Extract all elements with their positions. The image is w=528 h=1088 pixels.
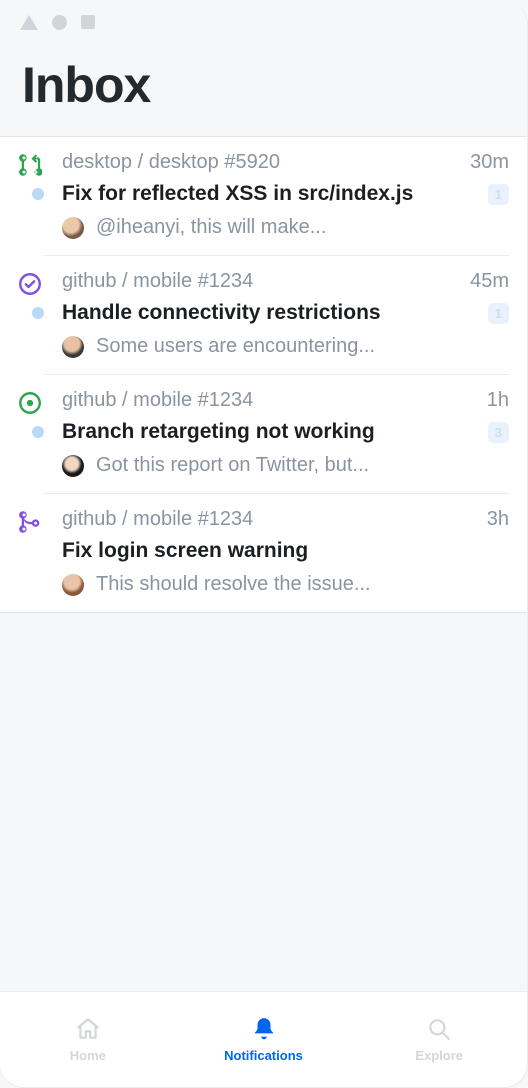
pull-request-icon bbox=[18, 153, 42, 177]
avatar bbox=[62, 574, 84, 596]
git-merge-icon bbox=[18, 510, 42, 534]
item-title: Handle connectivity restrictions bbox=[62, 301, 480, 325]
count-badge: 1 bbox=[488, 184, 509, 205]
inbox-item[interactable]: github / mobile #1234 45m Handle connect… bbox=[0, 256, 527, 375]
preview-text: @iheanyi, this will make... bbox=[96, 216, 326, 239]
unread-dot bbox=[32, 426, 44, 438]
issue-closed-icon bbox=[18, 272, 42, 296]
timestamp: 45m bbox=[470, 270, 509, 293]
bell-icon bbox=[251, 1016, 277, 1042]
home-icon bbox=[75, 1016, 101, 1042]
item-type-icon bbox=[18, 270, 44, 375]
tab-bar: Home Notifications Explore bbox=[0, 991, 527, 1087]
preview-text: Some users are encountering... bbox=[96, 335, 375, 358]
unread-dot bbox=[32, 188, 44, 200]
item-type-icon bbox=[18, 508, 44, 612]
preview-text: Got this report on Twitter, but... bbox=[96, 454, 369, 477]
inbox-item[interactable]: desktop / desktop #5920 30m Fix for refl… bbox=[0, 137, 527, 256]
item-body: github / mobile #1234 45m Handle connect… bbox=[44, 270, 509, 375]
item-type-icon bbox=[18, 389, 44, 494]
item-title: Branch retargeting not working bbox=[62, 420, 480, 444]
window-control-shape bbox=[52, 15, 67, 30]
titlebar bbox=[0, 0, 527, 44]
count-badge: 3 bbox=[488, 422, 509, 443]
item-title: Fix login screen warning bbox=[62, 539, 509, 563]
inbox-item[interactable]: github / mobile #1234 3h Fix login scree… bbox=[0, 494, 527, 612]
tab-notifications[interactable]: Notifications bbox=[176, 992, 352, 1087]
repo-ref: desktop / desktop #5920 bbox=[62, 151, 280, 174]
inbox-item[interactable]: github / mobile #1234 1h Branch retarget… bbox=[0, 375, 527, 494]
item-body: desktop / desktop #5920 30m Fix for refl… bbox=[44, 151, 509, 256]
tab-home[interactable]: Home bbox=[0, 992, 176, 1087]
timestamp: 30m bbox=[470, 151, 509, 174]
timestamp: 3h bbox=[487, 508, 509, 531]
tab-explore[interactable]: Explore bbox=[351, 992, 527, 1087]
avatar bbox=[62, 336, 84, 358]
timestamp: 1h bbox=[487, 389, 509, 412]
issue-open-icon bbox=[18, 391, 42, 415]
item-body: github / mobile #1234 3h Fix login scree… bbox=[44, 508, 509, 612]
unread-dot bbox=[32, 307, 44, 319]
count-badge: 1 bbox=[488, 303, 509, 324]
inbox-list: desktop / desktop #5920 30m Fix for refl… bbox=[0, 136, 527, 613]
item-title: Fix for reflected XSS in src/index.js bbox=[62, 182, 480, 206]
header: Inbox bbox=[0, 44, 527, 136]
item-body: github / mobile #1234 1h Branch retarget… bbox=[44, 389, 509, 494]
item-type-icon bbox=[18, 151, 44, 256]
avatar bbox=[62, 455, 84, 477]
avatar bbox=[62, 217, 84, 239]
search-icon bbox=[426, 1016, 452, 1042]
window-control-shape bbox=[20, 15, 38, 30]
tab-label: Notifications bbox=[224, 1048, 303, 1063]
repo-ref: github / mobile #1234 bbox=[62, 389, 253, 412]
window-control-shape bbox=[81, 15, 95, 29]
page-title: Inbox bbox=[22, 56, 505, 114]
preview-text: This should resolve the issue... bbox=[96, 573, 371, 596]
repo-ref: github / mobile #1234 bbox=[62, 270, 253, 293]
tab-label: Home bbox=[70, 1048, 106, 1063]
repo-ref: github / mobile #1234 bbox=[62, 508, 253, 531]
tab-label: Explore bbox=[415, 1048, 463, 1063]
